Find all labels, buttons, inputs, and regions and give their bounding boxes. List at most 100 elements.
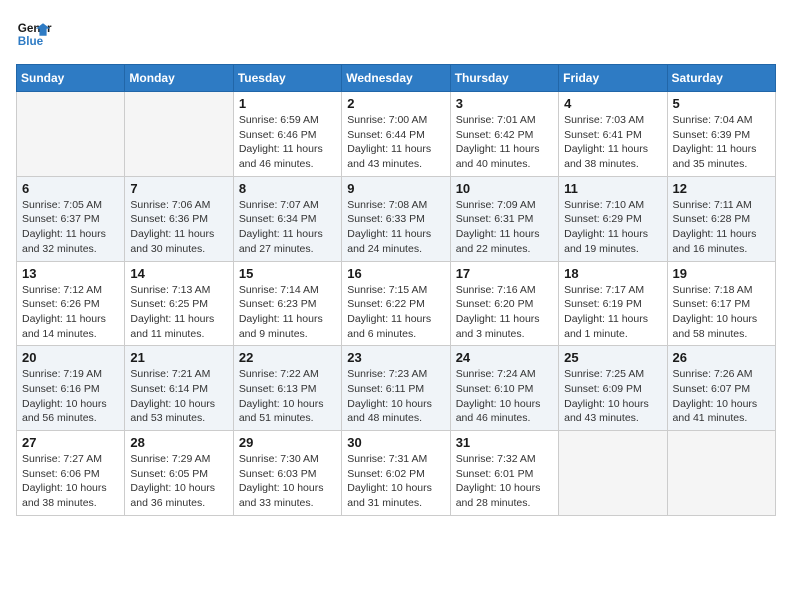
day-info: Sunrise: 7:29 AMSunset: 6:05 PMDaylight:… (130, 452, 227, 511)
day-number: 16 (347, 266, 444, 281)
day-of-week-header: Wednesday (342, 65, 450, 92)
day-number: 7 (130, 181, 227, 196)
day-number: 28 (130, 435, 227, 450)
calendar-cell (17, 92, 125, 177)
day-number: 4 (564, 96, 661, 111)
calendar-cell: 11 Sunrise: 7:10 AMSunset: 6:29 PMDayligh… (559, 176, 667, 261)
calendar-cell: 18 Sunrise: 7:17 AMSunset: 6:19 PMDayligh… (559, 261, 667, 346)
day-number: 14 (130, 266, 227, 281)
day-number: 18 (564, 266, 661, 281)
day-number: 30 (347, 435, 444, 450)
calendar-cell: 30Sunrise: 7:31 AMSunset: 6:02 PMDayligh… (342, 431, 450, 516)
day-info: Sunrise: 7:05 AMSunset: 6:37 PMDaylight:… (22, 198, 119, 257)
logo: General Blue (16, 16, 52, 52)
day-info: Sunrise: 7:21 AMSunset: 6:14 PMDaylight:… (130, 367, 227, 426)
day-number: 15 (239, 266, 336, 281)
calendar-cell: 14 Sunrise: 7:13 AMSunset: 6:25 PMDayligh… (125, 261, 233, 346)
calendar-cell: 17Sunrise: 7:16 AMSunset: 6:20 PMDayligh… (450, 261, 558, 346)
calendar-week-row: 13Sunrise: 7:12 AMSunset: 6:26 PMDayligh… (17, 261, 776, 346)
day-info: Sunrise: 6:59 AMSunset: 6:46 PMDaylight:… (239, 113, 336, 172)
day-info: Sunrise: 7:15 AMSunset: 6:22 PMDaylight:… (347, 283, 444, 342)
day-info: Sunrise: 7:06 AMSunset: 6:36 PMDaylight:… (130, 198, 227, 257)
day-number: 19 (673, 266, 770, 281)
day-number: 29 (239, 435, 336, 450)
day-info: Sunrise: 7:00 AMSunset: 6:44 PMDaylight:… (347, 113, 444, 172)
day-number: 24 (456, 350, 553, 365)
calendar-cell: 16 Sunrise: 7:15 AMSunset: 6:22 PMDayligh… (342, 261, 450, 346)
calendar-cell: 2 Sunrise: 7:00 AMSunset: 6:44 PMDaylight… (342, 92, 450, 177)
calendar-cell: 6 Sunrise: 7:05 AMSunset: 6:37 PMDaylight… (17, 176, 125, 261)
day-info: Sunrise: 7:01 AMSunset: 6:42 PMDaylight:… (456, 113, 553, 172)
day-number: 6 (22, 181, 119, 196)
day-number: 25 (564, 350, 661, 365)
calendar-cell: 8Sunrise: 7:07 AMSunset: 6:34 PMDaylight… (233, 176, 341, 261)
day-info: Sunrise: 7:24 AMSunset: 6:10 PMDaylight:… (456, 367, 553, 426)
calendar-cell: 29 Sunrise: 7:30 AMSunset: 6:03 PMDayligh… (233, 431, 341, 516)
day-number: 10 (456, 181, 553, 196)
day-info: Sunrise: 7:13 AMSunset: 6:25 PMDaylight:… (130, 283, 227, 342)
day-number: 23 (347, 350, 444, 365)
day-info: Sunrise: 7:30 AMSunset: 6:03 PMDaylight:… (239, 452, 336, 511)
calendar-cell: 26 Sunrise: 7:26 AMSunset: 6:07 PMDayligh… (667, 346, 775, 431)
day-number: 22 (239, 350, 336, 365)
calendar-cell: 10 Sunrise: 7:09 AMSunset: 6:31 PMDayligh… (450, 176, 558, 261)
calendar-cell: 27 Sunrise: 7:27 AMSunset: 6:06 PMDayligh… (17, 431, 125, 516)
day-number: 20 (22, 350, 119, 365)
calendar-cell: 3 Sunrise: 7:01 AMSunset: 6:42 PMDaylight… (450, 92, 558, 177)
day-number: 26 (673, 350, 770, 365)
day-info: Sunrise: 7:27 AMSunset: 6:06 PMDaylight:… (22, 452, 119, 511)
calendar-cell: 25 Sunrise: 7:25 AMSunset: 6:09 PMDayligh… (559, 346, 667, 431)
calendar-cell: 7 Sunrise: 7:06 AMSunset: 6:36 PMDaylight… (125, 176, 233, 261)
calendar-cell: 5Sunrise: 7:04 AMSunset: 6:39 PMDaylight… (667, 92, 775, 177)
day-number: 2 (347, 96, 444, 111)
day-info: Sunrise: 7:09 AMSunset: 6:31 PMDaylight:… (456, 198, 553, 257)
day-info: Sunrise: 7:12 AMSunset: 6:26 PMDaylight:… (22, 283, 119, 342)
day-info: Sunrise: 7:03 AMSunset: 6:41 PMDaylight:… (564, 113, 661, 172)
svg-text:General: General (18, 22, 52, 35)
day-of-week-header: Saturday (667, 65, 775, 92)
day-info: Sunrise: 7:10 AMSunset: 6:29 PMDaylight:… (564, 198, 661, 257)
calendar-header-row: SundayMondayTuesdayWednesdayThursdayFrid… (17, 65, 776, 92)
day-number: 8 (239, 181, 336, 196)
calendar-cell: 9 Sunrise: 7:08 AMSunset: 6:33 PMDaylight… (342, 176, 450, 261)
calendar-cell: 23 Sunrise: 7:23 AMSunset: 6:11 PMDayligh… (342, 346, 450, 431)
day-number: 3 (456, 96, 553, 111)
calendar-cell: 28 Sunrise: 7:29 AMSunset: 6:05 PMDayligh… (125, 431, 233, 516)
calendar-cell: 15Sunrise: 7:14 AMSunset: 6:23 PMDayligh… (233, 261, 341, 346)
day-number: 17 (456, 266, 553, 281)
calendar-cell: 1 Sunrise: 6:59 AMSunset: 6:46 PMDaylight… (233, 92, 341, 177)
calendar-cell: 22Sunrise: 7:22 AMSunset: 6:13 PMDayligh… (233, 346, 341, 431)
day-info: Sunrise: 7:19 AMSunset: 6:16 PMDaylight:… (22, 367, 119, 426)
day-info: Sunrise: 7:08 AMSunset: 6:33 PMDaylight:… (347, 198, 444, 257)
calendar-cell (667, 431, 775, 516)
day-info: Sunrise: 7:26 AMSunset: 6:07 PMDaylight:… (673, 367, 770, 426)
svg-text:Blue: Blue (18, 35, 44, 48)
day-info: Sunrise: 7:32 AMSunset: 6:01 PMDaylight:… (456, 452, 553, 511)
calendar-cell (559, 431, 667, 516)
day-of-week-header: Tuesday (233, 65, 341, 92)
day-of-week-header: Monday (125, 65, 233, 92)
day-info: Sunrise: 7:18 AMSunset: 6:17 PMDaylight:… (673, 283, 770, 342)
day-number: 11 (564, 181, 661, 196)
day-info: Sunrise: 7:11 AMSunset: 6:28 PMDaylight:… (673, 198, 770, 257)
day-number: 27 (22, 435, 119, 450)
calendar-cell: 20 Sunrise: 7:19 AMSunset: 6:16 PMDayligh… (17, 346, 125, 431)
day-info: Sunrise: 7:23 AMSunset: 6:11 PMDaylight:… (347, 367, 444, 426)
day-number: 9 (347, 181, 444, 196)
day-info: Sunrise: 7:25 AMSunset: 6:09 PMDaylight:… (564, 367, 661, 426)
calendar-cell: 12 Sunrise: 7:11 AMSunset: 6:28 PMDayligh… (667, 176, 775, 261)
calendar-week-row: 6 Sunrise: 7:05 AMSunset: 6:37 PMDaylight… (17, 176, 776, 261)
calendar-week-row: 1 Sunrise: 6:59 AMSunset: 6:46 PMDaylight… (17, 92, 776, 177)
calendar-cell: 24 Sunrise: 7:24 AMSunset: 6:10 PMDayligh… (450, 346, 558, 431)
calendar-cell: 13Sunrise: 7:12 AMSunset: 6:26 PMDayligh… (17, 261, 125, 346)
day-info: Sunrise: 7:17 AMSunset: 6:19 PMDaylight:… (564, 283, 661, 342)
day-number: 12 (673, 181, 770, 196)
day-number: 1 (239, 96, 336, 111)
calendar-table: SundayMondayTuesdayWednesdayThursdayFrid… (16, 64, 776, 516)
day-of-week-header: Sunday (17, 65, 125, 92)
calendar-cell: 31Sunrise: 7:32 AMSunset: 6:01 PMDayligh… (450, 431, 558, 516)
day-number: 21 (130, 350, 227, 365)
calendar-week-row: 20 Sunrise: 7:19 AMSunset: 6:16 PMDayligh… (17, 346, 776, 431)
calendar-cell (125, 92, 233, 177)
calendar-cell: 21 Sunrise: 7:21 AMSunset: 6:14 PMDayligh… (125, 346, 233, 431)
